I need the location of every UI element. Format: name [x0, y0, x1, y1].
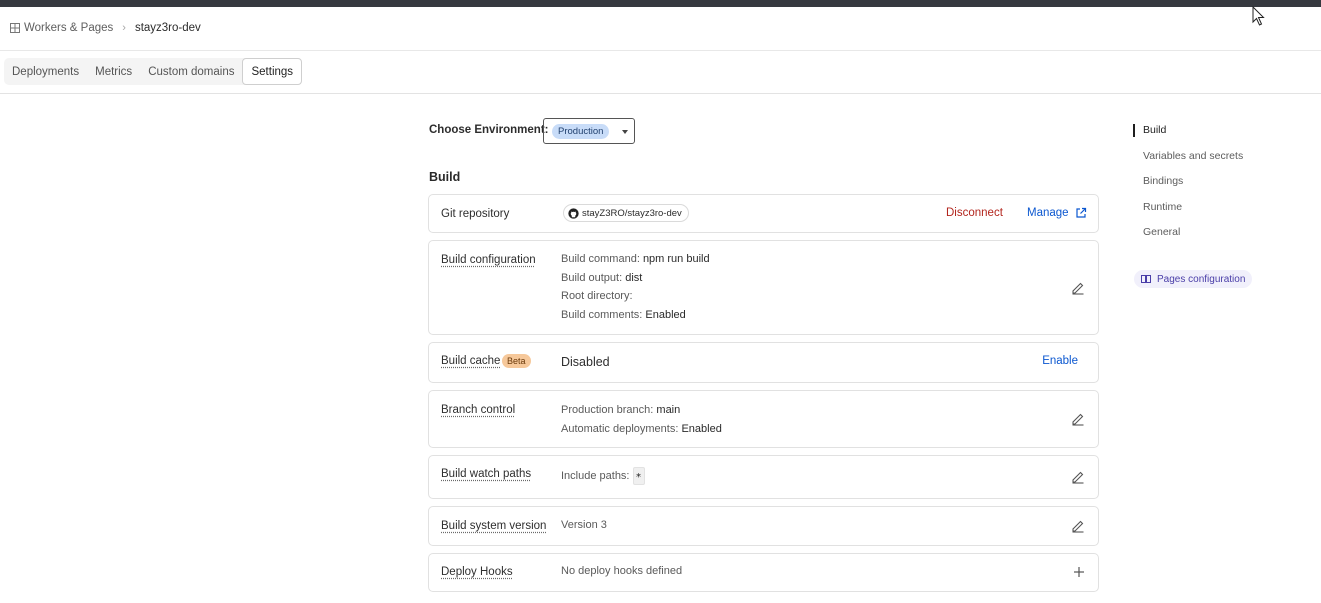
root-directory-row: Root directory:: [561, 287, 710, 306]
breadcrumb-separator: ›: [122, 22, 126, 34]
top-strip: [0, 0, 1321, 7]
production-branch-key: Production branch:: [561, 404, 654, 416]
build-comments-key: Build comments:: [561, 308, 643, 321]
build-configuration-card: Build configuration Build command: npm r…: [428, 240, 1099, 335]
workers-pages-icon: [10, 23, 20, 33]
automatic-deployments-row: Automatic deployments: Enabled: [561, 420, 722, 439]
build-cache-card: Build cache Beta Disabled Enable: [428, 342, 1099, 383]
project-tabs: Deployments Metrics Custom domains Setti…: [4, 58, 303, 85]
deploy-hooks-value: No deploy hooks defined: [561, 565, 683, 577]
watch-paths-values: Include paths: *: [561, 467, 645, 486]
edit-branch-control-icon[interactable]: [1071, 412, 1085, 426]
automatic-deployments-key: Automatic deployments:: [561, 422, 679, 435]
toc-variables-and-secrets[interactable]: Variables and secrets: [1143, 150, 1243, 162]
build-comments-row: Build comments: Enabled: [561, 306, 710, 325]
disconnect-link[interactable]: Disconnect: [946, 207, 1003, 219]
branch-control-label[interactable]: Branch control: [441, 404, 515, 416]
branch-control-values: Production branch: main Automatic deploy…: [561, 401, 722, 438]
external-link-icon: [1075, 207, 1086, 218]
tab-deployments[interactable]: Deployments: [4, 58, 87, 85]
toc-bindings[interactable]: Bindings: [1143, 175, 1183, 187]
build-output-value: dist: [625, 271, 643, 284]
build-output-row: Build output: dist: [561, 269, 710, 288]
environment-label: Choose Environment:: [429, 124, 549, 136]
build-output-key: Build output:: [561, 271, 623, 284]
build-watch-paths-card: Build watch paths Include paths: *: [428, 455, 1099, 499]
pages-configuration-label: Pages configuration: [1157, 273, 1246, 285]
breadcrumb-workers-pages[interactable]: Workers & Pages: [24, 22, 113, 34]
build-system-version-card: Build system version Version 3: [428, 506, 1099, 546]
build-system-version-label[interactable]: Build system version: [441, 520, 546, 532]
build-cache-status: Disabled: [561, 355, 610, 369]
production-branch-value: main: [656, 404, 681, 416]
toc-runtime[interactable]: Runtime: [1143, 201, 1182, 213]
build-cache-label[interactable]: Build cache: [441, 355, 500, 367]
tab-custom-domains[interactable]: Custom domains: [140, 58, 242, 85]
toc-build[interactable]: Build: [1143, 124, 1166, 136]
beta-badge: Beta: [502, 354, 531, 368]
toc-general[interactable]: General: [1143, 226, 1180, 238]
breadcrumb-project: stayz3ro-dev: [134, 22, 201, 34]
deploy-hooks-card: Deploy Hooks No deploy hooks defined: [428, 553, 1099, 592]
edit-build-system-version-icon[interactable]: [1071, 519, 1085, 533]
build-watch-paths-label[interactable]: Build watch paths: [441, 468, 531, 480]
edit-watch-paths-icon[interactable]: [1071, 470, 1085, 484]
tab-settings[interactable]: Settings: [242, 58, 303, 85]
build-configuration-values: Build command: npm run build Build outpu…: [561, 250, 710, 324]
build-command-row: Build command: npm run build: [561, 250, 710, 269]
environment-selected-pill: Production: [552, 123, 610, 139]
git-repository-label: Git repository: [441, 208, 510, 220]
include-paths-key: Include paths:: [561, 470, 630, 482]
environment-select[interactable]: Production: [543, 118, 635, 144]
build-comments-value: Enabled: [645, 308, 686, 321]
tab-metrics[interactable]: Metrics: [87, 58, 140, 85]
production-branch-row: Production branch: main: [561, 401, 722, 420]
breadcrumb: Workers & Pages › stayz3ro-dev: [10, 20, 201, 36]
github-icon: [568, 207, 579, 219]
build-command-value: npm run build: [642, 253, 710, 265]
build-command-key: Build command:: [561, 253, 640, 265]
manage-label: Manage: [1027, 207, 1069, 219]
repo-name: stayZ3RO/stayz3ro-dev: [582, 207, 682, 219]
book-icon: [1141, 275, 1151, 283]
toc-active-indicator: [1133, 124, 1135, 137]
section-title-build: Build: [429, 170, 461, 184]
automatic-deployments-value: Enabled: [681, 422, 722, 435]
build-system-version-value: Version 3: [561, 519, 607, 531]
repo-pill[interactable]: stayZ3RO/stayz3ro-dev: [563, 204, 689, 222]
manage-link[interactable]: Manage: [1027, 207, 1087, 219]
edit-build-configuration-icon[interactable]: [1071, 281, 1085, 295]
pages-configuration-button[interactable]: Pages configuration: [1134, 270, 1253, 288]
include-paths-value: *: [632, 467, 645, 486]
caret-down-icon: [622, 130, 628, 134]
root-directory-key: Root directory:: [561, 290, 633, 302]
mouse-cursor-icon: [1252, 6, 1265, 26]
branch-control-card: Branch control Production branch: main A…: [428, 390, 1099, 448]
git-repository-card: Git repository stayZ3RO/stayz3ro-dev Dis…: [428, 194, 1099, 233]
deploy-hooks-label[interactable]: Deploy Hooks: [441, 566, 513, 578]
enable-build-cache-link[interactable]: Enable: [1042, 355, 1078, 367]
add-deploy-hook-icon[interactable]: [1073, 566, 1085, 578]
tabs-divider: [0, 93, 1321, 94]
header-divider: [0, 50, 1321, 51]
build-configuration-label[interactable]: Build configuration: [441, 254, 536, 266]
